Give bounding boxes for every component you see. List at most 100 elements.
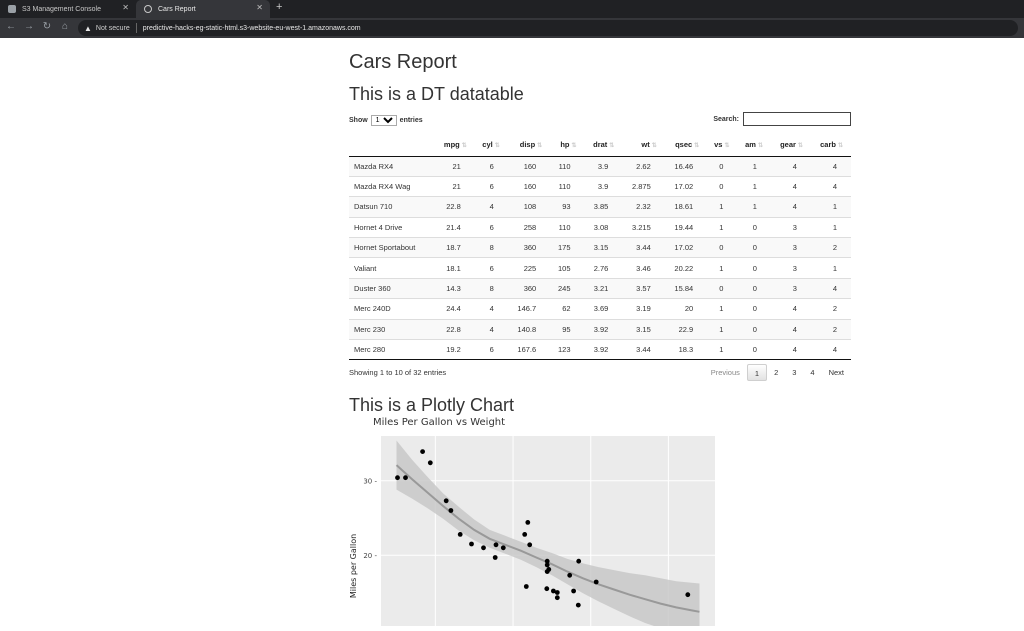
table-heading: This is a DT datatable [349, 84, 524, 104]
home-icon[interactable]: ⌂ [58, 21, 72, 32]
search-input[interactable] [743, 112, 851, 126]
column-header-cyl[interactable]: cyl ⇅ [474, 134, 508, 157]
cell-carb: 2 [810, 318, 851, 340]
reload-icon[interactable]: ↻ [40, 21, 54, 32]
length-control: Show 10 entries [349, 115, 423, 126]
row-name-cell: Merc 240D [349, 298, 435, 320]
next-page-button[interactable]: Next [822, 364, 851, 381]
row-name-cell: Merc 230 [349, 318, 435, 340]
page-button-3[interactable]: 3 [785, 364, 803, 381]
cell-am: 1 [737, 175, 771, 197]
cell-drat: 3.9 [584, 175, 623, 197]
cell-wt: 3.44 [622, 237, 665, 258]
cell-vs: 0 [707, 277, 738, 299]
column-header-label: disp [519, 140, 536, 150]
table-row: Mazda RX4 21 6 160 110 3.9 2.62 16.46 0 1 4 4 [349, 155, 851, 177]
cell-hp: 93 [550, 196, 585, 218]
column-header-hp[interactable]: hp ⇅ [550, 134, 585, 157]
tab-label: S3 Management Console [22, 5, 101, 13]
previous-page-button[interactable]: Previous [704, 364, 747, 381]
cell-disp: 146.7 [507, 298, 551, 320]
cell-mpg: 24.4 [434, 298, 475, 320]
sort-icon: ⇅ [461, 143, 467, 150]
cell-am: 0 [737, 339, 771, 361]
column-header-mpg[interactable]: mpg ⇅ [434, 134, 475, 157]
search-label: Search: [713, 115, 739, 123]
address-bar[interactable]: ▲ Not secure predictive-hacks-eg-static-… [78, 20, 1018, 36]
page-button-2[interactable]: 2 [767, 364, 785, 381]
column-header-carb[interactable]: carb ⇅ [810, 134, 851, 157]
row-name-cell: Mazda RX4 Wag [349, 175, 435, 197]
entries-select[interactable]: 10 [370, 115, 397, 126]
url-text: predictive-hacks-eg-static-html.s3-websi… [142, 24, 361, 32]
cell-qsec: 16.46 [664, 155, 708, 177]
cell-drat: 3.69 [584, 298, 623, 320]
table-row: Merc 280 19.2 6 167.6 123 3.92 3.44 18.3 1 0 4 4 [349, 339, 851, 361]
cell-qsec: 19.44 [664, 216, 708, 238]
column-header-qsec[interactable]: qsec ⇅ [664, 134, 708, 157]
cell-am: 1 [737, 196, 771, 218]
cell-carb: 4 [810, 277, 851, 299]
plotly-chart[interactable]: Miles Per Gallon vs Weight 20 - 30 - Mile… [349, 408, 729, 631]
column-header-gear[interactable]: gear ⇅ [770, 134, 811, 157]
data-point [492, 555, 498, 560]
cell-cyl: 6 [474, 155, 508, 177]
column-header-wt[interactable]: wt ⇅ [622, 134, 665, 157]
s3-favicon-icon [8, 5, 16, 13]
table-row: Merc 240D 24.4 4 146.7 62 3.69 3.19 20 1 0 4 2 [349, 298, 851, 320]
column-header-drat[interactable]: drat ⇅ [584, 134, 623, 157]
new-tab-icon[interactable]: + [276, 1, 282, 13]
tab-s3-console[interactable]: S3 Management Console ✕ [0, 0, 136, 18]
cell-disp: 140.8 [507, 318, 551, 340]
data-point [500, 545, 506, 551]
cell-am: 0 [737, 216, 771, 238]
cell-carb: 1 [810, 257, 851, 279]
sort-icon: ⇅ [837, 143, 843, 150]
back-icon[interactable]: ← [4, 21, 18, 32]
column-header-label: cyl [482, 140, 493, 150]
cell-am: 0 [737, 298, 771, 320]
cell-mpg: 22.8 [434, 196, 475, 218]
y-ticks: 20 - 30 - [363, 478, 377, 561]
forward-icon[interactable]: → [22, 21, 36, 32]
cell-gear: 4 [770, 339, 811, 361]
column-header-vs[interactable]: vs ⇅ [707, 134, 738, 157]
tab-label: Cars Report [158, 5, 196, 13]
data-point [576, 558, 582, 564]
cell-gear: 4 [770, 175, 811, 197]
cell-carb: 4 [810, 339, 851, 361]
search-control: Search: [713, 112, 851, 126]
cell-vs: 0 [707, 237, 738, 258]
cell-mpg: 18.7 [434, 237, 475, 258]
data-point [544, 558, 550, 564]
close-icon[interactable]: ✕ [122, 3, 129, 12]
data-point [457, 532, 463, 537]
column-header-label: wt [641, 140, 650, 150]
cell-qsec: 20.22 [664, 257, 708, 279]
table-row: Hornet 4 Drive 21.4 6 258 110 3.08 3.215 19.44 1… [349, 216, 851, 238]
table-row: Valiant 18.1 6 225 105 2.76 3.46 20.22 1 0 3 1 [349, 257, 851, 279]
table-row: Hornet Sportabout 18.7 8 360 175 3.15 3.44 17.0… [349, 237, 851, 258]
cell-cyl: 4 [474, 196, 508, 218]
page-button-1[interactable]: 1 [746, 364, 768, 382]
cell-disp: 360 [507, 237, 551, 258]
page-button-4[interactable]: 4 [803, 364, 821, 381]
cell-disp: 225 [507, 257, 551, 279]
cell-mpg: 14.3 [434, 277, 475, 299]
entries-label: entries [399, 117, 423, 124]
close-icon[interactable]: ✕ [256, 3, 263, 12]
cell-am: 0 [737, 257, 771, 279]
cell-qsec: 17.02 [664, 237, 708, 258]
data-point [443, 498, 449, 504]
column-header-disp[interactable]: disp ⇅ [507, 134, 551, 157]
column-header-name[interactable] [349, 134, 435, 157]
cell-vs: 1 [707, 318, 738, 340]
cell-cyl: 8 [474, 237, 508, 258]
sort-icon: ⇅ [651, 143, 657, 150]
cell-qsec: 18.3 [664, 339, 708, 361]
cell-hp: 110 [550, 175, 585, 197]
cell-cyl: 6 [474, 216, 508, 238]
column-header-am[interactable]: am ⇅ [737, 134, 771, 157]
tab-cars-report[interactable]: Cars Report ✕ [136, 0, 270, 18]
datatable-footer: Showing 1 to 10 of 32 entries Previous 1… [349, 362, 851, 386]
